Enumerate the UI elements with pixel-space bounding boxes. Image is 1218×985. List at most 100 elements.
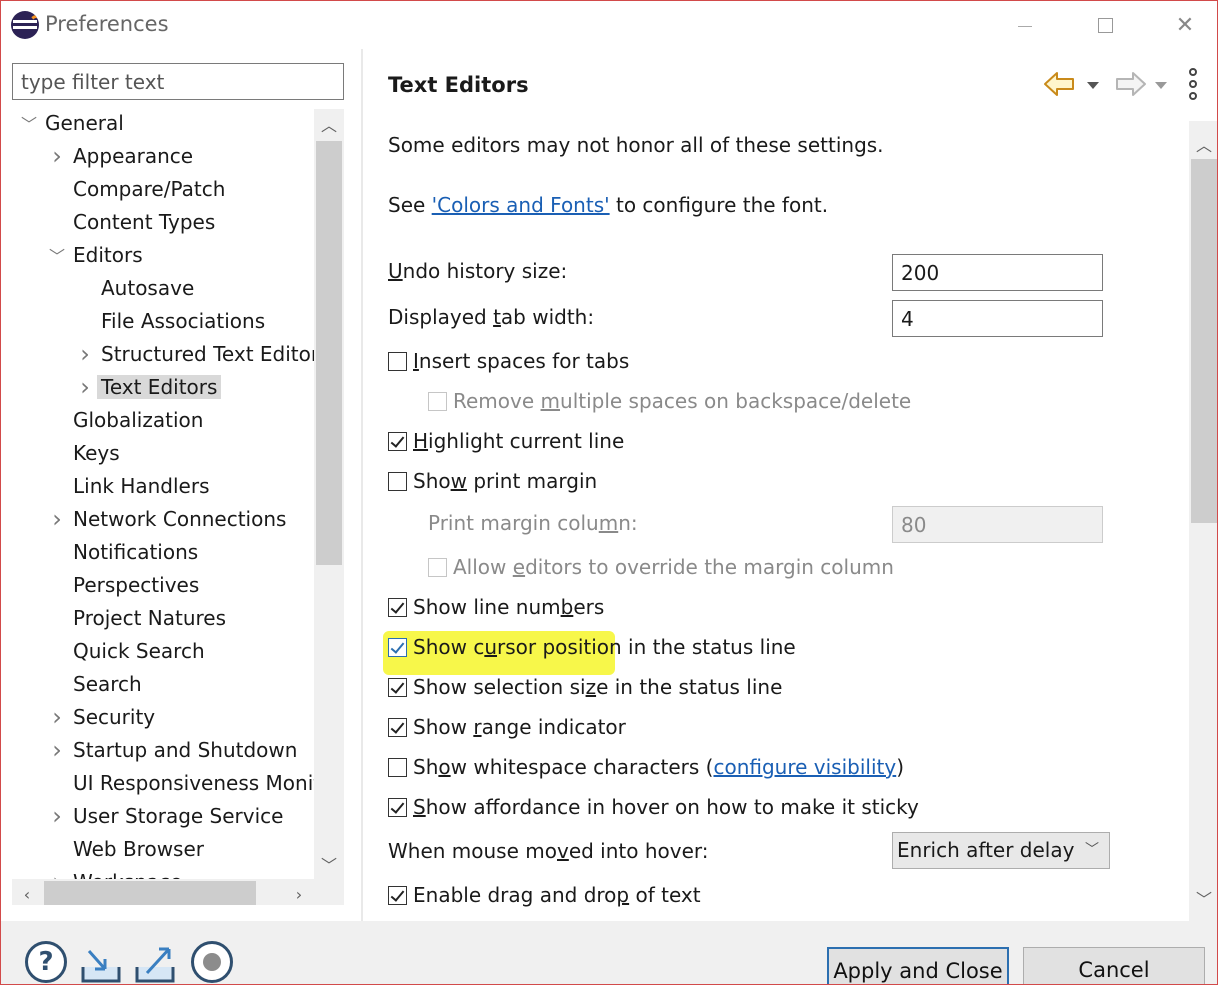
apply-and-close-button[interactable]: Apply and Close	[827, 947, 1009, 984]
tree-vertical-scrollbar[interactable]: ︿ ﹀	[314, 109, 344, 879]
tree-item[interactable]: Perspectives	[12, 571, 314, 604]
maximize-button[interactable]	[1065, 1, 1145, 49]
scroll-right-icon[interactable]: ›	[284, 879, 314, 905]
label-text: of text	[629, 883, 701, 907]
tree-item[interactable]: › Startup and Shutdown	[12, 736, 314, 769]
tree-horizontal-scrollbar[interactable]: ‹ ›	[12, 879, 314, 905]
print-margin-checkbox[interactable]	[388, 472, 407, 491]
tree-item[interactable]: › User Storage Service	[12, 802, 314, 835]
tree-item[interactable]: File Associations	[12, 307, 314, 340]
settings-vertical-scrollbar[interactable]: ︿ ﹀	[1189, 121, 1217, 921]
record-icon[interactable]	[191, 941, 233, 983]
tree-item[interactable]: › Network Connections	[12, 505, 314, 538]
chevron-right-icon[interactable]: ›	[48, 736, 66, 764]
colors-and-fonts-link[interactable]: 'Colors and Fonts'	[432, 193, 610, 217]
range-indicator-checkbox[interactable]	[388, 718, 407, 737]
scroll-left-icon[interactable]: ‹	[12, 879, 42, 905]
chevron-right-icon[interactable]: ›	[48, 505, 66, 533]
chevron-right-icon[interactable]: ›	[48, 802, 66, 830]
back-button[interactable]	[1043, 67, 1075, 101]
tree-item[interactable]: Quick Search	[12, 637, 314, 670]
back-history-dropdown[interactable]	[1087, 67, 1099, 101]
minimize-button[interactable]	[985, 1, 1065, 49]
chevron-right-icon[interactable]: ›	[48, 142, 66, 170]
tree-item[interactable]: Content Types	[12, 208, 314, 241]
export-icon[interactable]	[133, 941, 177, 984]
highlight-line-label[interactable]: Highlight current line	[413, 429, 624, 453]
tree-item[interactable]: UI Responsiveness Monito	[12, 769, 333, 802]
cursor-position-checkbox[interactable]	[388, 638, 407, 657]
whitespace-checkbox[interactable]	[388, 758, 407, 777]
settings-scroll-thumb[interactable]	[1191, 159, 1217, 523]
drag-drop-checkbox[interactable]	[388, 886, 407, 905]
scroll-up-icon[interactable]: ︿	[1189, 129, 1217, 159]
scroll-down-icon[interactable]: ﹀	[314, 849, 344, 879]
cancel-button[interactable]: Cancel	[1023, 947, 1205, 984]
tree-item[interactable]: Keys	[12, 439, 314, 472]
mnemonic: z	[585, 675, 597, 699]
scroll-down-icon[interactable]: ﹀	[1189, 883, 1217, 913]
import-icon[interactable]	[79, 941, 123, 984]
filter-input[interactable]	[12, 63, 344, 100]
tree-item[interactable]: ﹀ Editors	[12, 241, 314, 274]
allow-override-label[interactable]: Allow editors to override the margin col…	[453, 555, 894, 579]
help-icon[interactable]: ?	[25, 941, 67, 983]
tree-item[interactable]: Project Natures	[12, 604, 314, 637]
remove-spaces-checkbox[interactable]	[428, 392, 447, 411]
label-text: ndo history size:	[402, 259, 568, 283]
tree-scroll-thumb[interactable]	[316, 141, 342, 565]
forward-history-dropdown[interactable]	[1155, 67, 1167, 101]
window-title: Preferences	[45, 12, 169, 36]
undo-history-size-field[interactable]	[892, 254, 1103, 291]
range-indicator-label[interactable]: Show range indicator	[413, 715, 626, 739]
tree-item[interactable]: Autosave	[12, 274, 314, 307]
chevron-right-icon[interactable]: ›	[76, 340, 94, 368]
print-margin-label[interactable]: Show print margin	[413, 469, 597, 493]
label-text: Show c	[413, 635, 485, 659]
tree-item[interactable]: Globalization	[12, 406, 314, 439]
tree-item[interactable]: Notifications	[12, 538, 314, 571]
chevron-down-icon[interactable]: ﹀	[20, 112, 38, 134]
title-bar: Preferences ✕	[1, 1, 1217, 49]
settings-content: Some editors may not honor all of these …	[363, 121, 1217, 921]
drag-drop-label[interactable]: Enable drag and drop of text	[413, 883, 701, 907]
allow-override-checkbox[interactable]	[428, 558, 447, 577]
scroll-up-icon[interactable]: ︿	[314, 109, 344, 139]
tree-item[interactable]: Compare/Patch	[12, 175, 314, 208]
tree-item[interactable]: ﹀ General	[12, 109, 314, 142]
insert-spaces-checkbox[interactable]	[388, 352, 407, 371]
insert-spaces-label[interactable]: Insert spaces for tabs	[413, 349, 629, 373]
chevron-right-icon[interactable]: ›	[76, 373, 94, 401]
highlight-line-checkbox[interactable]	[388, 432, 407, 451]
whitespace-label[interactable]: Show whitespace characters (configure vi…	[413, 755, 904, 779]
tree-item[interactable]: Search	[12, 670, 314, 703]
tree-item[interactable]: › Appearance	[12, 142, 314, 175]
selection-size-label[interactable]: Show selection size in the status line	[413, 675, 782, 699]
close-icon: ✕	[1175, 12, 1195, 38]
tree-item[interactable]: › Structured Text Editors	[12, 340, 329, 373]
line-numbers-checkbox[interactable]	[388, 598, 407, 617]
tree-item[interactable]: › Text Editors	[12, 373, 314, 406]
mnemonic: U	[388, 259, 403, 283]
hover-affordance-checkbox[interactable]	[388, 798, 407, 817]
mnemonic: m	[540, 389, 561, 413]
chevron-down-icon[interactable]: ﹀	[48, 244, 66, 266]
hover-mode-select[interactable]: Enrich after delay ﹀	[892, 832, 1110, 869]
chevron-right-icon[interactable]: ›	[48, 703, 66, 731]
cursor-position-label[interactable]: Show cursor position in the status line	[413, 635, 796, 659]
view-menu-button[interactable]	[1189, 67, 1197, 101]
tree-item[interactable]: Link Handlers	[12, 472, 314, 505]
remove-spaces-label[interactable]: Remove multiple spaces on backspace/dele…	[453, 389, 911, 413]
tree-item[interactable]: Web Browser	[12, 835, 314, 868]
line-numbers-label[interactable]: Show line numbers	[413, 595, 604, 619]
hover-affordance-label[interactable]: Show affordance in hover on how to make …	[413, 795, 919, 819]
tree-hscroll-thumb[interactable]	[44, 881, 256, 905]
scroll-corner	[314, 879, 344, 905]
configure-visibility-link[interactable]: configure visibility	[713, 755, 896, 779]
selection-size-checkbox[interactable]	[388, 678, 407, 697]
tree-item[interactable]: › Security	[12, 703, 314, 736]
tab-width-field[interactable]	[892, 300, 1103, 337]
margin-column-field[interactable]	[892, 506, 1103, 543]
forward-button[interactable]	[1115, 67, 1147, 101]
close-button[interactable]: ✕	[1145, 1, 1217, 49]
